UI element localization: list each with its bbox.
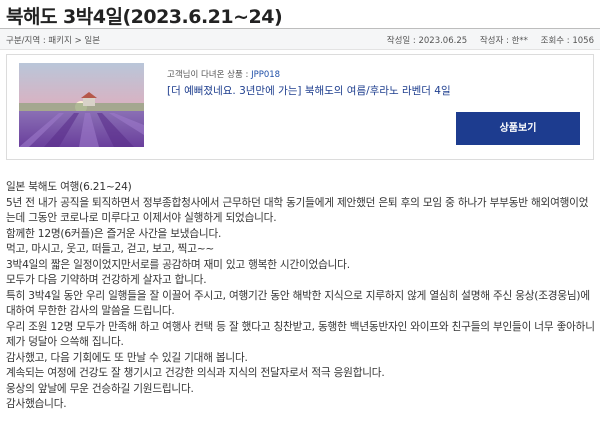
product-code[interactable]: JPP018 [251,70,280,80]
post-date: 작성일 : 2023.06.25 [386,36,468,46]
review-body: 일본 북해도 여행(6.21~24) 5년 전 내가 공직을 퇴직하면서 정부종… [6,180,596,413]
review-line: 일본 북해도 여행(6.21~24) [6,181,132,193]
review-line: 감사했고, 다음 기회에도 또 만날 수 있길 기대해 봅니다. [6,351,248,364]
view-product-button[interactable]: 상품보기 [456,112,580,145]
review-line: 우리 조원 12명 모두가 만족해 하고 여행사 컨택 등 잘 했다고 칭찬받고… [6,320,595,349]
review-line: 먹고, 마시고, 웃고, 떠들고, 걷고, 보고, 찍고~~ [6,243,215,255]
product-card: 고객님이 다녀온 상품 : JPP018 [더 예뻐졌네요. 3년만에 가는] … [6,54,594,160]
review-line: 특히 3박4일 동안 우리 일행들을 잘 이끌어 주시고, 여행기간 동안 해박… [6,289,590,318]
product-title-link[interactable]: [더 예뻐졌네요. 3년만에 가는] 북해도의 여름/후라노 라벤더 4일 [167,83,451,98]
product-caption: 고객님이 다녀온 상품 : JPP018 [167,68,280,80]
post-meta-bar: 구분/지역 : 패키지 > 일본 작성일 : 2023.06.25 작성자 : … [0,29,600,50]
review-line: 3박4일의 짧은 일정이었지만서로를 공감하며 재미 있고 행복한 시간이었습니… [6,258,350,271]
post-meta-info: 작성일 : 2023.06.25 작성자 : 한** 조회수 : 1056 [377,34,594,46]
review-line: 웅상의 앞날에 무운 건승하길 기원드립니다. [6,382,194,395]
review-line: 감사했습니다. [6,398,67,410]
review-line: 계속되는 여정에 건강도 잘 챙기시고 건강한 의식과 지식의 전달자로서 적극… [6,367,385,379]
post-views: 조회수 : 1056 [540,36,594,46]
post-title: 북해도 3박4일(2023.6.21~24) [6,6,283,28]
category-path: 구분/지역 : 패키지 > 일본 [6,36,101,46]
review-line: 5년 전 내가 공직을 퇴직하면서 정부종합청사에서 근무하던 대학 동기들에게… [6,196,589,225]
post-author: 작성자 : 한** [479,36,528,46]
review-line: 함께한 12명(6커플)은 즐거운 사간을 보냈습니다. [6,227,222,240]
lavender-field-photo[interactable] [19,63,144,147]
review-line: 모두가 다음 기약하며 건강하게 살자고 합니다. [6,274,207,286]
caption-prefix: 고객님이 다녀온 상품 : [167,70,249,80]
